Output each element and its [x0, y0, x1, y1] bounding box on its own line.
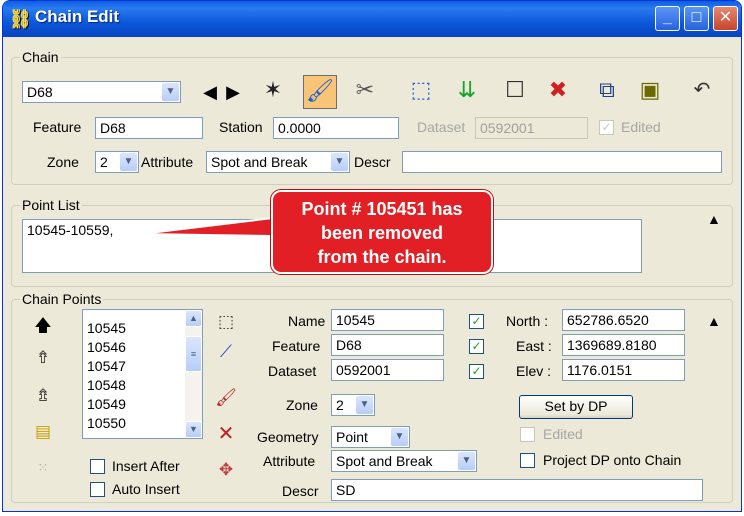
callout-line-1: Point # 105451 has — [301, 199, 463, 219]
annotation-callout: Point # 105451 has been removed from the… — [271, 190, 493, 274]
callout-line-3: from the chain. — [317, 247, 447, 267]
callout-line-2: been removed — [320, 223, 444, 243]
